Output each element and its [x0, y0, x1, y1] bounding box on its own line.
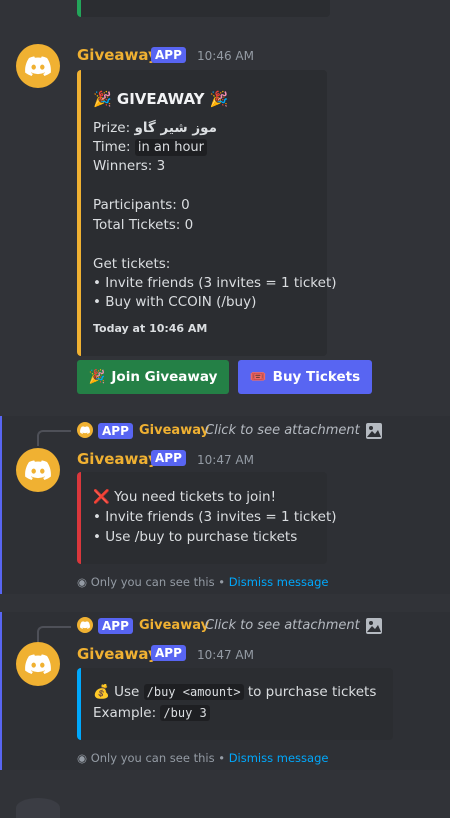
reply-author[interactable]: Giveaway [139, 618, 209, 633]
ephemeral-notice: ◉ Only you can see this • Dismiss messag… [77, 751, 329, 765]
app-tag: APP [151, 47, 186, 63]
timestamp: 10:47 AM [197, 453, 254, 467]
discord-logo-icon [25, 654, 51, 674]
app-tag: APP [151, 645, 186, 661]
author-name[interactable]: Giveaway [77, 645, 158, 663]
reply-text[interactable]: Click to see attachment [205, 423, 360, 438]
image-icon [366, 423, 382, 439]
eye-icon: ◉ [77, 751, 91, 765]
invite-line: • Invite friends (3 invites = 1 ticket) [93, 509, 337, 525]
error-line: ❌ You need tickets to join! [93, 489, 276, 505]
ephemeral-notice: ◉ Only you can see this • Dismiss messag… [77, 575, 329, 589]
previous-embed [77, 0, 330, 17]
timestamp: 10:46 AM [197, 49, 254, 63]
author-name[interactable]: Giveaway [77, 450, 158, 468]
discord-logo-icon [25, 460, 51, 480]
dismiss-message-link[interactable]: Dismiss message [229, 751, 329, 765]
ticket-icon: 🎟️ [249, 369, 267, 385]
reply-avatar [77, 422, 93, 438]
reply-connector [37, 430, 71, 446]
reply-author[interactable]: Giveaway [139, 423, 209, 438]
error-embed: ❌ You need tickets to join! • Invite fri… [77, 472, 337, 564]
discord-logo-icon [25, 56, 51, 76]
eye-icon: ◉ [77, 575, 91, 589]
buy-line: • Buy with CCOIN (/buy) [93, 294, 257, 310]
discord-logo-icon [80, 426, 90, 434]
usage-line: 💰 Use /buy <amount> to purchase tickets [93, 684, 377, 700]
dismiss-message-link[interactable]: Dismiss message [229, 575, 329, 589]
party-popper-icon: 🎉 [88, 369, 106, 385]
total-tickets-line: Total Tickets: 0 [93, 217, 194, 233]
avatar[interactable] [16, 642, 60, 686]
reply-text[interactable]: Click to see attachment [205, 618, 360, 633]
reply-app-tag: APP [98, 423, 133, 439]
embed-footer: Today at 10:46 AM [93, 322, 208, 335]
app-tag: APP [151, 450, 186, 466]
invite-line: • Invite friends (3 invites = 1 ticket) [93, 275, 337, 291]
buy-line: • Use /buy to purchase tickets [93, 529, 298, 545]
time-line: Time: in an hour [93, 139, 207, 156]
image-icon [366, 618, 382, 634]
embed-title: 🎉 GIVEAWAY 🎉 [93, 90, 229, 108]
buy-tickets-button[interactable]: 🎟️ Buy Tickets [238, 360, 372, 394]
author-name[interactable]: Giveaway [77, 46, 158, 64]
avatar[interactable] [16, 448, 60, 492]
get-tickets-line: Get tickets: [93, 256, 171, 272]
next-message-partial [16, 798, 60, 818]
timestamp: 10:47 AM [197, 648, 254, 662]
example-line: Example: /buy 3 [93, 705, 210, 721]
join-giveaway-label: Join Giveaway [111, 369, 218, 385]
winners-line: Winners: 3 [93, 158, 166, 174]
reply-app-tag: APP [98, 618, 133, 634]
avatar[interactable] [16, 44, 60, 88]
participants-line: Participants: 0 [93, 197, 190, 213]
buy-help-embed: 💰 Use /buy <amount> to purchase tickets … [77, 668, 393, 740]
prize-line: Prize: موز شیر گاو [93, 120, 217, 136]
join-giveaway-button[interactable]: 🎉 Join Giveaway [77, 360, 229, 394]
buy-tickets-label: Buy Tickets [272, 369, 361, 385]
reply-connector [37, 626, 71, 642]
discord-logo-icon [80, 621, 90, 629]
reply-avatar [77, 617, 93, 633]
giveaway-embed: 🎉 GIVEAWAY 🎉 Prize: موز شیر گاو Time: in… [77, 70, 337, 356]
